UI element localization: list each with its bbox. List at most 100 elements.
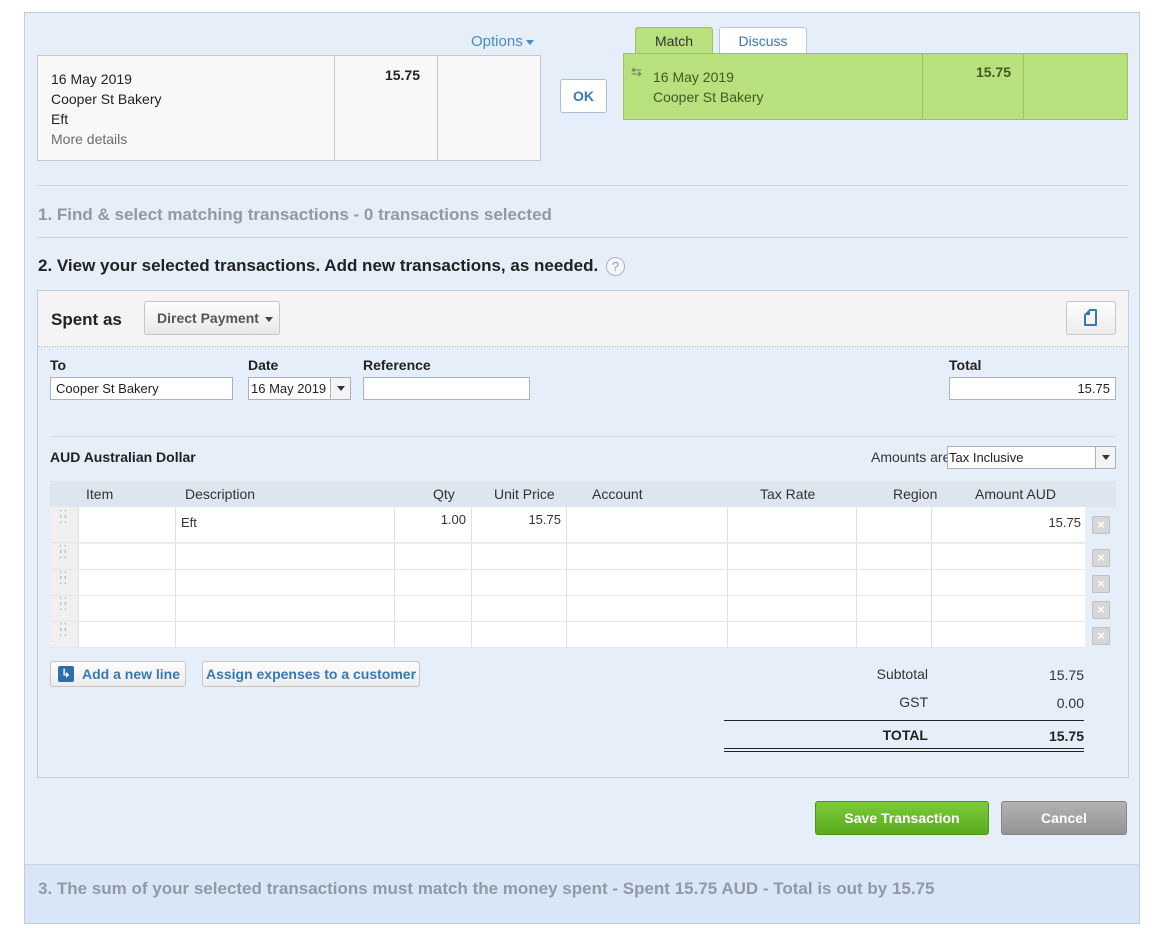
cell-qty[interactable]: 1.00 <box>394 507 471 542</box>
tab-match[interactable]: Match <box>635 27 713 55</box>
cell-tax-rate[interactable] <box>727 507 856 542</box>
cell-amount[interactable] <box>931 544 1085 569</box>
cell-qty[interactable] <box>394 544 471 569</box>
add-new-line-label: Add a new line <box>82 666 181 682</box>
reconcile-container: Options 16 May 2019 Cooper St Bakery Eft… <box>24 12 1140 924</box>
row-drag-handle[interactable]: ⁚⁚ ⁚⁚ <box>50 570 78 595</box>
cell-amount[interactable] <box>931 622 1085 647</box>
cell-item[interactable] <box>78 570 175 595</box>
gst-value: 0.00 <box>1056 695 1084 711</box>
add-line-icon: ↳ <box>58 666 74 683</box>
cell-tax-rate[interactable] <box>727 596 856 621</box>
cell-description[interactable] <box>175 570 394 595</box>
cell-description[interactable] <box>175 544 394 569</box>
table-row: ⁚⁚ ⁚⁚ <box>50 596 1085 622</box>
amounts-are-select[interactable]: Tax Inclusive <box>947 446 1116 469</box>
cell-qty[interactable] <box>394 622 471 647</box>
drag-grip-icon: ⁚⁚ ⁚⁚ <box>59 509 68 526</box>
match-card: ⇆ 16 May 2019 Cooper St Bakery 15.75 <box>623 53 1128 120</box>
subtotal-label: Subtotal <box>876 666 928 682</box>
statement-reference: Eft <box>51 111 69 127</box>
table-row: ⁚⁚ ⁚⁚ <box>50 544 1085 570</box>
cell-unit-price[interactable] <box>471 544 566 569</box>
cancel-button[interactable]: Cancel <box>1001 801 1127 835</box>
delete-row-icon[interactable]: × <box>1092 575 1110 593</box>
match-details: ⇆ 16 May 2019 Cooper St Bakery <box>624 54 922 119</box>
table-row: ⁚⁚ ⁚⁚ Eft 1.00 15.75 15.75 <box>50 507 1085 543</box>
document-icon <box>1084 309 1097 326</box>
date-label: Date <box>248 357 279 373</box>
cell-amount[interactable]: 15.75 <box>931 507 1085 542</box>
drag-grip-icon: ⁚⁚ ⁚⁚ <box>59 570 68 587</box>
row-drag-handle[interactable]: ⁚⁚ ⁚⁚ <box>50 507 78 542</box>
cell-description[interactable]: Eft <box>175 507 394 542</box>
step1-heading[interactable]: 1. Find & select matching transactions -… <box>38 205 552 225</box>
add-new-line-button[interactable]: ↳ Add a new line <box>50 661 186 687</box>
to-label: To <box>50 357 67 373</box>
delete-row-icon[interactable]: × <box>1092 516 1110 534</box>
cell-region[interactable] <box>856 596 931 621</box>
calendar-dropdown-icon[interactable] <box>330 378 350 399</box>
cell-tax-rate[interactable] <box>727 622 856 647</box>
row-drag-handle[interactable]: ⁚⁚ ⁚⁚ <box>50 622 78 647</box>
cell-item[interactable] <box>78 544 175 569</box>
chevron-down-icon[interactable] <box>1095 447 1115 468</box>
cell-unit-price[interactable] <box>471 622 566 647</box>
tab-discuss[interactable]: Discuss <box>719 27 807 55</box>
cell-region[interactable] <box>856 544 931 569</box>
attach-file-button[interactable] <box>1066 301 1116 335</box>
date-field[interactable]: 16 May 2019 <box>248 377 351 400</box>
delete-row-icon[interactable]: × <box>1092 601 1110 619</box>
cell-unit-price[interactable] <box>471 596 566 621</box>
cell-account[interactable] <box>566 596 727 621</box>
cell-unit-price[interactable]: 15.75 <box>471 507 566 542</box>
cell-account[interactable] <box>566 507 727 542</box>
options-menu[interactable]: Options <box>471 33 534 50</box>
amounts-are-value: Tax Inclusive <box>949 450 1024 465</box>
cell-account[interactable] <box>566 570 727 595</box>
cell-item[interactable] <box>78 622 175 647</box>
ok-button[interactable]: OK <box>560 79 607 113</box>
save-transaction-button[interactable]: Save Transaction <box>815 801 989 835</box>
col-item: Item <box>86 486 114 502</box>
cell-tax-rate[interactable] <box>727 544 856 569</box>
row-drag-handle[interactable]: ⁚⁚ ⁚⁚ <box>50 544 78 569</box>
cell-tax-rate[interactable] <box>727 570 856 595</box>
assign-expenses-button[interactable]: Assign expenses to a customer <box>202 661 420 687</box>
subtotal-value: 15.75 <box>1048 667 1084 683</box>
totals-double-rule <box>724 748 1084 752</box>
cell-amount[interactable] <box>931 596 1085 621</box>
options-label[interactable]: Options <box>471 33 523 50</box>
statement-spent: 15.75 <box>334 56 438 160</box>
cell-description[interactable] <box>175 622 394 647</box>
table-row: ⁚⁚ ⁚⁚ <box>50 570 1085 596</box>
col-region: Region <box>893 486 938 502</box>
cell-region[interactable] <box>856 507 931 542</box>
cell-description[interactable] <box>175 596 394 621</box>
amounts-are-label: Amounts are <box>871 449 951 465</box>
divider <box>50 436 1116 437</box>
spent-as-value: Direct Payment <box>157 310 259 326</box>
total-field[interactable]: 15.75 <box>949 377 1116 400</box>
cell-account[interactable] <box>566 544 727 569</box>
cell-qty[interactable] <box>394 596 471 621</box>
delete-row-icon[interactable]: × <box>1092 627 1110 645</box>
cell-amount[interactable] <box>931 570 1085 595</box>
cell-account[interactable] <box>566 622 727 647</box>
statement-details: 16 May 2019 Cooper St Bakery Eft More de… <box>38 56 334 160</box>
cell-item[interactable] <box>78 507 175 542</box>
cell-unit-price[interactable] <box>471 570 566 595</box>
cell-qty[interactable] <box>394 570 471 595</box>
cell-item[interactable] <box>78 596 175 621</box>
cell-region[interactable] <box>856 570 931 595</box>
date-value: 16 May 2019 <box>251 381 327 396</box>
reference-field[interactable] <box>363 377 530 400</box>
to-field[interactable]: Cooper St Bakery <box>50 377 233 400</box>
cell-region[interactable] <box>856 622 931 647</box>
more-details-link[interactable]: More details <box>51 129 334 149</box>
delete-row-icon[interactable]: × <box>1092 549 1110 567</box>
spent-as-dropdown[interactable]: Direct Payment <box>144 301 280 335</box>
table-row: ⁚⁚ ⁚⁚ <box>50 622 1085 648</box>
help-icon[interactable]: ? <box>605 257 625 277</box>
row-drag-handle[interactable]: ⁚⁚ ⁚⁚ <box>50 596 78 621</box>
